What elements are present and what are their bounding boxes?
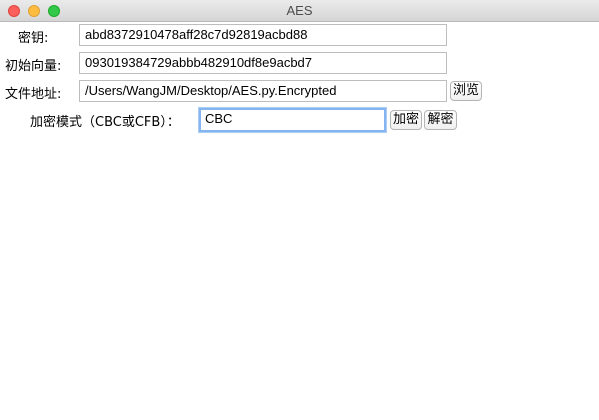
mode-label: 加密模式（CBC或CFB）： <box>30 115 180 130</box>
key-label: 密钥: <box>18 31 49 46</box>
decrypt-button[interactable]: 解密 <box>424 110 457 130</box>
app-window: AES 密钥: abd8372910478aff28c7d92819acbd88… <box>0 0 599 420</box>
encrypt-button[interactable]: 加密 <box>390 110 422 130</box>
window-title: AES <box>286 3 313 18</box>
file-path-input[interactable]: /Users/WangJM/Desktop/AES.py.Encrypted <box>79 80 447 102</box>
title-bar: AES <box>0 0 599 22</box>
browse-button[interactable]: 浏览 <box>450 81 482 101</box>
iv-label: 初始向量: <box>5 59 62 74</box>
file-path-label: 文件地址: <box>5 87 62 102</box>
iv-input[interactable]: 093019384729abbb482910df8e9acbd7 <box>79 52 447 74</box>
key-input[interactable]: abd8372910478aff28c7d92819acbd88 <box>79 24 447 46</box>
mode-input[interactable]: CBC <box>199 108 386 132</box>
